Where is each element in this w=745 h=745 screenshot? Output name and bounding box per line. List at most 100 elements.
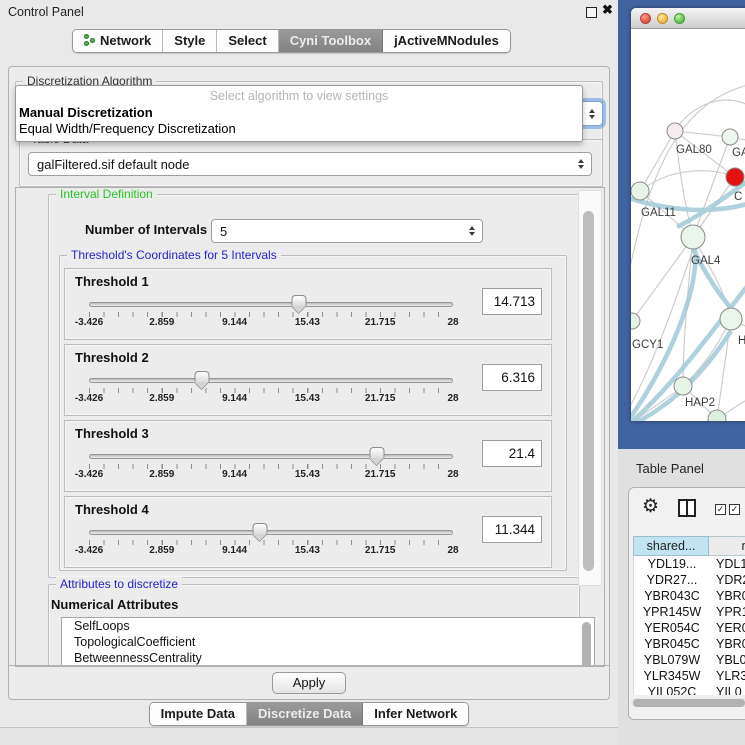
node-label: GAL11 <box>641 207 676 219</box>
threshold-row: Threshold 2 -3.4262.8599.14415.4321.7152… <box>64 344 552 416</box>
network-nodes[interactable] <box>631 123 744 421</box>
slider-tick-labels: -3.4262.8599.14415.4321.71528 <box>89 545 453 557</box>
table-row[interactable]: YPR145WYPR1 <box>634 604 745 620</box>
slider-track[interactable] <box>89 530 453 535</box>
threshold-value-field[interactable] <box>482 440 542 467</box>
threshold-slider[interactable]: -3.4262.8599.14415.4321.71528 <box>89 451 453 485</box>
tab-label: Infer Network <box>374 706 457 721</box>
table-panel-title: Table Panel <box>636 461 704 476</box>
tab-style[interactable]: Style <box>163 30 217 52</box>
tab-label: Cyni Toolbox <box>290 33 371 48</box>
tab-label: Style <box>174 33 205 48</box>
tab-impute-data[interactable]: Impute Data <box>150 703 247 725</box>
numerical-attributes-label: Numerical Attributes <box>51 597 178 612</box>
threshold-row: Threshold 4 -3.4262.8599.14415.4321.7152… <box>64 496 552 568</box>
threshold-slider[interactable]: -3.4262.8599.14415.4321.71528 <box>89 375 453 409</box>
table-row[interactable]: YIL052CYIL0 <box>634 684 745 695</box>
network-window[interactable]: GAL80 GA C GAL11 GAL4 GCY1 H HAP2 <box>631 8 745 421</box>
column-layout-icon[interactable] <box>678 499 696 517</box>
numerical-attributes-list[interactable]: SelfLoops TopologicalCoefficient Between… <box>61 617 595 667</box>
apply-button[interactable]: Apply <box>272 672 347 694</box>
node-selected[interactable] <box>726 168 744 186</box>
node[interactable] <box>720 308 742 330</box>
slider-track[interactable] <box>89 378 453 383</box>
combo-value: galFiltered.sif default node <box>37 157 189 172</box>
node-label: GAL80 <box>676 144 712 156</box>
threshold-label: Threshold 3 <box>75 426 149 441</box>
node[interactable] <box>681 225 705 249</box>
num-intervals-combobox[interactable]: 5 <box>211 219 483 243</box>
list-item[interactable]: TopologicalCoefficient <box>62 634 594 650</box>
list-item[interactable]: BetweennessCentrality <box>62 650 594 666</box>
gear-icon[interactable]: ⚙ <box>642 496 659 518</box>
column-header-name[interactable]: na <box>709 536 745 556</box>
node-label: GAL4 <box>691 255 721 267</box>
option-equal-width-frequency[interactable]: Equal Width/Frequency Discretization <box>19 121 236 136</box>
control-panel-titlebar: Control Panel ✖ <box>0 0 618 24</box>
combo-stepper-icon <box>469 226 475 236</box>
minimize-traffic-light-icon[interactable] <box>657 13 668 24</box>
node[interactable] <box>722 129 738 145</box>
table-panel: ⚙ ✓ ✓ shared... na YDL19...YDL1 YDR27...… <box>628 487 745 720</box>
table-header-row: shared... na <box>633 536 745 556</box>
node[interactable] <box>667 123 683 139</box>
slider-track[interactable] <box>89 454 453 459</box>
slider-track[interactable] <box>89 302 453 307</box>
node-label: C <box>734 191 742 203</box>
node[interactable] <box>674 377 692 395</box>
num-intervals-label: Number of Intervals <box>85 222 207 237</box>
threshold-row: Threshold 1 -3.4262.8599.14415.4321.7152… <box>64 268 552 340</box>
scrollbar-thumb[interactable] <box>582 622 591 667</box>
tab-cyni-toolbox[interactable]: Cyni Toolbox <box>279 30 383 52</box>
scrollbar-thumb[interactable] <box>633 699 745 707</box>
attributes-group: Attributes to discretize Numerical Attri… <box>48 584 580 667</box>
list-scrollbar[interactable] <box>582 620 592 667</box>
threshold-value-field[interactable] <box>482 288 542 315</box>
close-icon[interactable]: ✖ <box>602 2 613 18</box>
checkbox-icon[interactable]: ✓ <box>715 504 726 515</box>
vertical-scrollbar[interactable] <box>578 190 602 586</box>
tab-label: jActiveMNodules <box>394 33 499 48</box>
table-row[interactable]: YLR345WYLR3 <box>634 668 745 684</box>
node[interactable] <box>631 182 649 200</box>
table-data-group: Table Data galFiltered.sif default node <box>19 139 603 187</box>
network-window-titlebar[interactable] <box>631 8 745 29</box>
threshold-value-field[interactable] <box>482 516 542 543</box>
network-canvas[interactable]: GAL80 GA C GAL11 GAL4 GCY1 H HAP2 <box>631 29 745 421</box>
node[interactable] <box>708 410 726 421</box>
panel-title: Control Panel <box>8 5 84 19</box>
tab-network[interactable]: Network <box>73 30 163 52</box>
tab-discretize-data[interactable]: Discretize Data <box>247 703 363 725</box>
threshold-value-field[interactable] <box>482 364 542 391</box>
scrollbar-thumb[interactable] <box>583 211 594 571</box>
table-row[interactable]: YER054CYER0 <box>634 620 745 636</box>
node[interactable] <box>631 313 640 329</box>
node-label: HAP2 <box>685 397 715 409</box>
slider-tick-labels: -3.4262.8599.14415.4321.71528 <box>89 393 453 405</box>
tab-jactivemnodules[interactable]: jActiveMNodules <box>383 30 510 52</box>
thresholds-group: Threshold's Coordinates for 5 Intervals … <box>59 255 567 571</box>
combo-value: 5 <box>220 224 227 239</box>
checkbox-icon[interactable]: ✓ <box>729 504 740 515</box>
table-data-combobox[interactable]: galFiltered.sif default node <box>28 152 592 176</box>
tab-select[interactable]: Select <box>217 30 278 52</box>
table-row[interactable]: YBL079WYBL0 <box>634 652 745 668</box>
node-table: shared... na YDL19...YDL1 YDR27...YDR2 Y… <box>633 536 745 695</box>
horizontal-scrollbar[interactable] <box>631 698 745 707</box>
threshold-slider[interactable]: -3.4262.8599.14415.4321.71528 <box>89 299 453 333</box>
option-manual-discretization[interactable]: Manual Discretization <box>19 105 153 120</box>
table-row[interactable]: YBR045CYBR0 <box>634 636 745 652</box>
list-item[interactable]: SelfLoops <box>62 618 594 634</box>
tab-infer-network[interactable]: Infer Network <box>363 703 468 725</box>
zoom-traffic-light-icon[interactable] <box>674 13 685 24</box>
column-header-shared-name[interactable]: shared... <box>633 536 709 556</box>
bottom-tab-bar: Impute Data Discretize Data Infer Networ… <box>0 702 618 726</box>
close-traffic-light-icon[interactable] <box>640 13 651 24</box>
table-row[interactable]: YDL19...YDL1 <box>634 556 745 572</box>
panel-footer: Apply <box>9 665 609 699</box>
slider-tick-labels: -3.4262.8599.14415.4321.71528 <box>89 317 453 329</box>
table-row[interactable]: YBR043CYBR0 <box>634 588 745 604</box>
threshold-slider[interactable]: -3.4262.8599.14415.4321.71528 <box>89 527 453 561</box>
float-window-icon[interactable] <box>586 7 597 18</box>
table-row[interactable]: YDR27...YDR2 <box>634 572 745 588</box>
